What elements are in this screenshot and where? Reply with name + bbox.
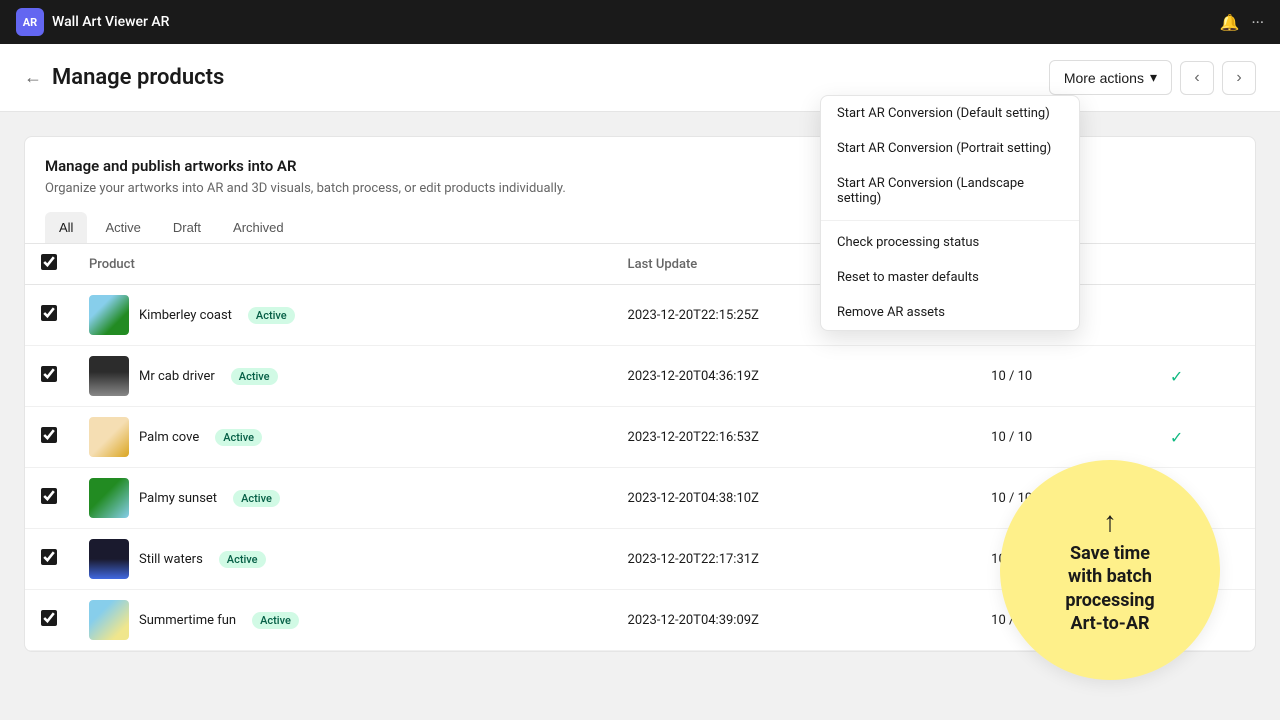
tab-active[interactable]: Active: [91, 212, 154, 243]
tab-draft[interactable]: Draft: [159, 212, 215, 243]
tab-all[interactable]: All: [45, 212, 87, 243]
topbar-right: 🔔 ···: [1220, 13, 1264, 32]
product-cell: Still waters Active: [89, 539, 596, 579]
row-checkbox-1[interactable]: [41, 305, 57, 321]
product-cell: Palm cove Active: [89, 417, 596, 457]
product-thumbnail: [89, 417, 129, 457]
status-badge: Active: [219, 551, 266, 568]
check-cell: [1154, 285, 1255, 346]
last-update-cell: 2023-12-20T22:16:53Z: [612, 407, 976, 468]
col-check: [1154, 244, 1255, 285]
page-header-right: More actions ▾ ‹ ›: [1049, 60, 1256, 95]
more-actions-dropdown: Start AR Conversion (Default setting) St…: [820, 95, 1080, 331]
dropdown-divider: [821, 220, 1079, 221]
check-cell: ✓: [1154, 346, 1255, 407]
product-thumbnail: [89, 295, 129, 335]
product-cell: Mr cab driver Active: [89, 356, 596, 396]
promo-arrow-icon: ↑: [1103, 505, 1117, 538]
page-header-left: ← Manage products: [24, 65, 224, 90]
variants-cell: 10 / 10: [975, 346, 1154, 407]
last-update-cell: 2023-12-20T04:39:09Z: [612, 590, 976, 651]
checkmark-icon: ✓: [1170, 367, 1183, 386]
product-name: Still waters: [139, 552, 203, 567]
dropdown-item-start-portrait[interactable]: Start AR Conversion (Portrait setting): [821, 131, 1079, 166]
bell-icon[interactable]: 🔔: [1220, 13, 1240, 32]
topbar: AR Wall Art Viewer AR 🔔 ···: [0, 0, 1280, 44]
row-checkbox-6[interactable]: [41, 610, 57, 626]
app-icon: AR: [16, 8, 44, 36]
product-name: Mr cab driver: [139, 369, 215, 384]
product-cell: Palmy sunset Active: [89, 478, 596, 518]
dropdown-item-remove-assets[interactable]: Remove AR assets: [821, 295, 1079, 330]
next-button[interactable]: ›: [1222, 61, 1256, 95]
status-badge: Active: [248, 307, 295, 324]
status-badge: Active: [231, 368, 278, 385]
row-checkbox-2[interactable]: [41, 366, 57, 382]
product-thumbnail: [89, 600, 129, 640]
product-thumbnail: [89, 356, 129, 396]
dropdown-item-check-status[interactable]: Check processing status: [821, 225, 1079, 260]
table-row: Palm cove Active 2023-12-20T22:16:53Z10 / …: [25, 407, 1255, 468]
product-name: Palmy sunset: [139, 491, 217, 506]
promo-badge: ↑ Save timewith batchprocessingArt-to-AR: [1000, 460, 1220, 680]
dropdown-item-start-landscape[interactable]: Start AR Conversion (Landscape setting): [821, 166, 1079, 216]
product-thumbnail: [89, 539, 129, 579]
status-badge: Active: [215, 429, 262, 446]
tab-archived[interactable]: Archived: [219, 212, 298, 243]
variants-cell: 10 / 10: [975, 407, 1154, 468]
row-checkbox-4[interactable]: [41, 488, 57, 504]
dropdown-item-start-default[interactable]: Start AR Conversion (Default setting): [821, 96, 1079, 131]
back-button[interactable]: ←: [24, 67, 42, 88]
dropdown-item-reset-defaults[interactable]: Reset to master defaults: [821, 260, 1079, 295]
select-all-checkbox[interactable]: [41, 254, 57, 270]
last-update-cell: 2023-12-20T04:38:10Z: [612, 468, 976, 529]
product-name: Kimberley coast: [139, 308, 232, 323]
more-actions-button[interactable]: More actions ▾: [1049, 60, 1172, 95]
app-name: Wall Art Viewer AR: [52, 14, 170, 30]
product-name: Palm cove: [139, 430, 199, 445]
row-checkbox-5[interactable]: [41, 549, 57, 565]
page-header: ← Manage products More actions ▾ ‹ ›: [0, 44, 1280, 112]
table-row: Mr cab driver Active 2023-12-20T04:36:19Z1…: [25, 346, 1255, 407]
product-name: Summertime fun: [139, 613, 236, 628]
last-update-cell: 2023-12-20T22:17:31Z: [612, 529, 976, 590]
product-cell: Summertime fun Active: [89, 600, 596, 640]
more-icon[interactable]: ···: [1251, 13, 1264, 32]
chevron-down-icon: ▾: [1150, 69, 1157, 86]
page-title: Manage products: [52, 65, 224, 90]
status-badge: Active: [252, 612, 299, 629]
promo-text: Save timewith batchprocessingArt-to-AR: [1065, 542, 1154, 636]
product-cell: Kimberley coast Active: [89, 295, 596, 335]
col-product: Product: [73, 244, 612, 285]
prev-button[interactable]: ‹: [1180, 61, 1214, 95]
check-cell: ✓: [1154, 407, 1255, 468]
status-badge: Active: [233, 490, 280, 507]
row-checkbox-3[interactable]: [41, 427, 57, 443]
checkmark-icon: ✓: [1170, 428, 1183, 447]
product-thumbnail: [89, 478, 129, 518]
topbar-left: AR Wall Art Viewer AR: [16, 8, 170, 36]
last-update-cell: 2023-12-20T04:36:19Z: [612, 346, 976, 407]
